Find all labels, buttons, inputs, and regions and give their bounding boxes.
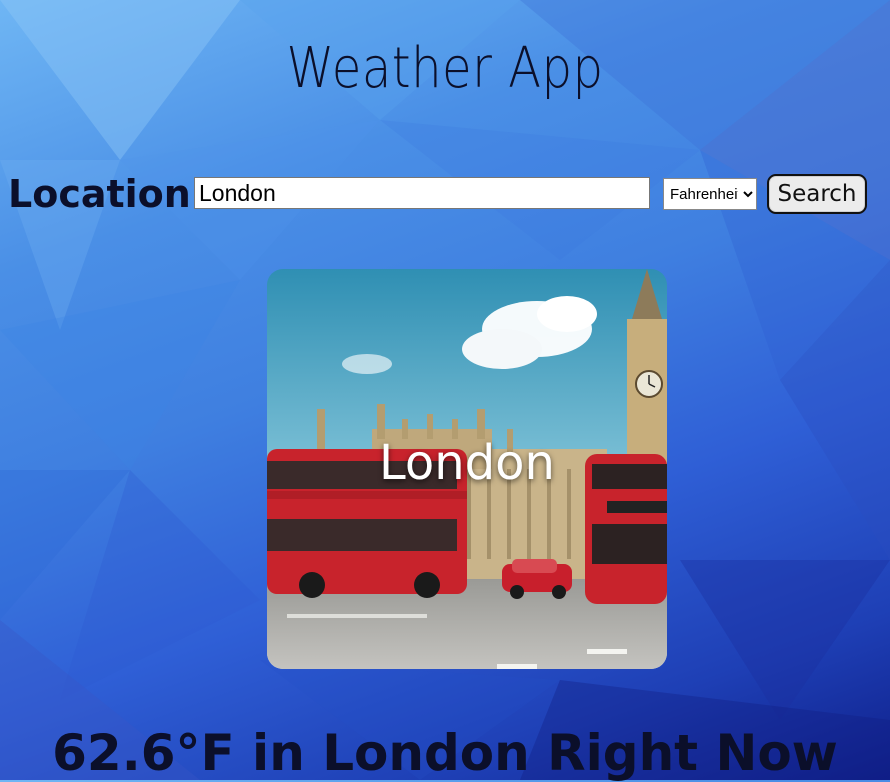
search-button[interactable]: Search bbox=[767, 174, 867, 214]
location-input[interactable] bbox=[194, 177, 650, 209]
page-title: Weather App bbox=[286, 36, 604, 101]
current-temperature-heading: 62.6°F in London Right Now bbox=[52, 724, 838, 782]
unit-select[interactable]: Fahrenheit bbox=[663, 178, 757, 210]
location-label: Location: bbox=[8, 172, 207, 216]
city-image-card: London bbox=[267, 269, 667, 669]
city-image-label: London bbox=[379, 435, 555, 491]
